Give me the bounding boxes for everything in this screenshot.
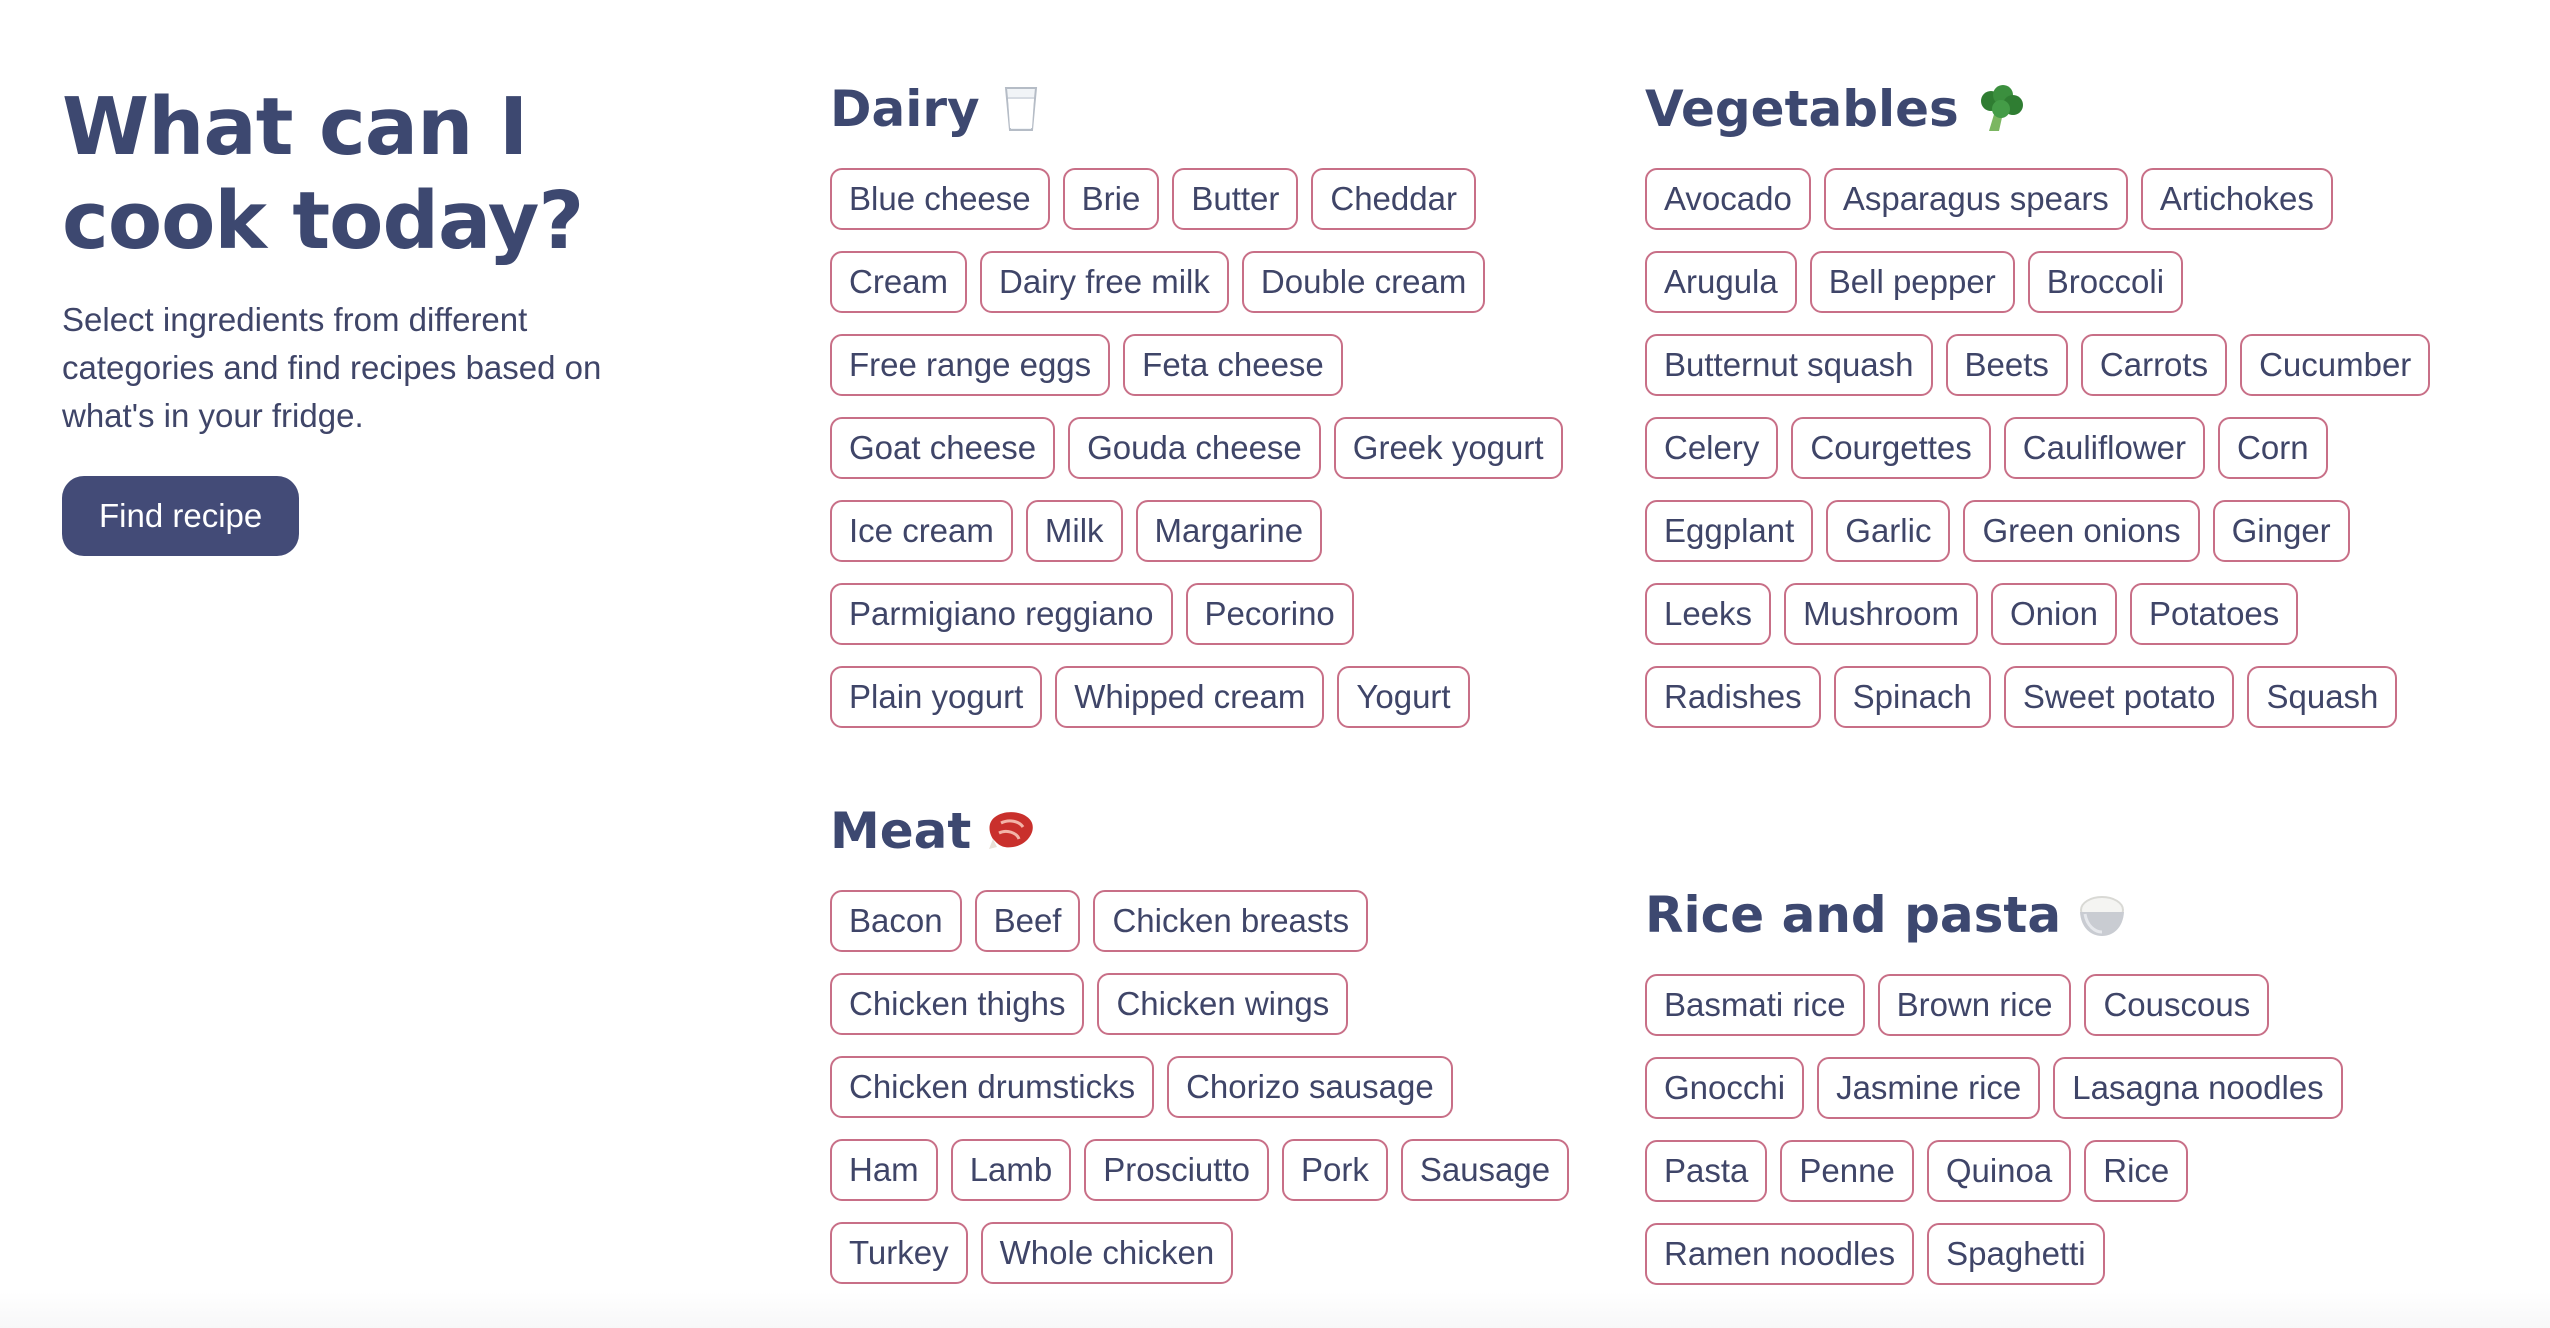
ingredient-chip[interactable]: Eggplant xyxy=(1645,500,1814,562)
ingredient-chip[interactable]: Bacon xyxy=(830,890,962,952)
ingredient-chip[interactable]: Gnocchi xyxy=(1645,1057,1805,1119)
ingredient-chip[interactable]: Arugula xyxy=(1645,251,1797,313)
ingredient-chip[interactable]: Free range eggs xyxy=(830,334,1111,396)
page-title: What can I cook today? xyxy=(62,80,662,268)
ingredient-chip[interactable]: Ginger xyxy=(2212,500,2350,562)
ingredient-chip[interactable]: Greek yogurt xyxy=(1333,417,1563,479)
page-bottom-shade xyxy=(0,1292,2550,1328)
ingredient-chip[interactable]: Carrots xyxy=(2080,334,2228,396)
ingredient-chip[interactable]: Spaghetti xyxy=(1927,1223,2105,1285)
milk-glass-icon xyxy=(996,84,1046,134)
ingredient-chip[interactable]: Cream xyxy=(830,251,968,313)
category-vegetables: Vegetables Avocado Asparagus spears Artich… xyxy=(1645,74,2435,728)
ingredient-chip[interactable]: Radishes xyxy=(1645,666,1821,728)
ingredient-chip[interactable]: Feta cheese xyxy=(1123,334,1343,396)
ingredient-chip[interactable]: Chicken breasts xyxy=(1093,890,1369,952)
ingredient-chip[interactable]: Parmigiano reggiano xyxy=(830,583,1173,645)
ingredient-chip[interactable]: Cauliflower xyxy=(2003,417,2206,479)
category-title-vegetables: Vegetables xyxy=(1645,74,2435,144)
ingredient-chip[interactable]: Cucumber xyxy=(2240,334,2431,396)
ingredient-chip[interactable]: Asparagus spears xyxy=(1823,168,2128,230)
ingredient-chip[interactable]: Milk xyxy=(1025,500,1123,562)
ingredient-chip[interactable]: Courgettes xyxy=(1791,417,1991,479)
ingredient-chip[interactable]: Avocado xyxy=(1645,168,1811,230)
ingredient-chip[interactable]: Spinach xyxy=(1833,666,1991,728)
ingredient-chip[interactable]: Corn xyxy=(2218,417,2328,479)
intro-panel: What can I cook today? Select ingredient… xyxy=(62,80,662,556)
ingredient-chip[interactable]: Pasta xyxy=(1645,1140,1768,1202)
ingredient-chip[interactable]: Penne xyxy=(1780,1140,1914,1202)
ingredient-list-dairy: Blue cheese Brie Butter Cheddar Cream Dairy f… xyxy=(830,168,1570,728)
category-title-text: Rice and pasta xyxy=(1645,886,2062,944)
category-dairy: Dairy Blue cheese Brie Butter Cheddar Cream D… xyxy=(830,74,1570,728)
ingredient-chip[interactable]: Ham xyxy=(830,1139,938,1201)
category-title-meat: Meat xyxy=(830,796,1570,866)
ingredient-chip[interactable]: Artichokes xyxy=(2140,168,2333,230)
rice-bowl-icon xyxy=(2077,890,2127,940)
category-title-dairy: Dairy xyxy=(830,74,1570,144)
ingredient-chip[interactable]: Onion xyxy=(1990,583,2118,645)
ingredient-chip[interactable]: Margarine xyxy=(1135,500,1323,562)
ingredient-chip[interactable]: Dairy free milk xyxy=(980,251,1229,313)
category-rice-and-pasta: Rice and pasta Basmati rice Brown rice Cou… xyxy=(1645,880,2435,1285)
ingredient-list-meat: Bacon Beef Chicken breasts Chicken thighs Ch… xyxy=(830,890,1570,1284)
page-description: Select ingredients from different catego… xyxy=(62,301,602,434)
meat-cut-icon xyxy=(987,806,1037,856)
ingredient-chip[interactable]: Turkey xyxy=(830,1222,968,1284)
ingredient-chip[interactable]: Yogurt xyxy=(1337,666,1470,728)
category-title-text: Meat xyxy=(830,802,972,860)
ingredient-list-rice-and-pasta: Basmati rice Brown rice Couscous Gnocchi Jas… xyxy=(1645,974,2435,1285)
ingredient-chip[interactable]: Goat cheese xyxy=(830,417,1056,479)
ingredient-chip[interactable]: Potatoes xyxy=(2130,583,2299,645)
ingredient-chip[interactable]: Chicken wings xyxy=(1097,973,1349,1035)
ingredient-chip[interactable]: Broccoli xyxy=(2027,251,2184,313)
ingredient-chip[interactable]: Whole chicken xyxy=(980,1222,1234,1284)
ingredient-chip[interactable]: Double cream xyxy=(1241,251,1486,313)
ingredient-chip[interactable]: Beef xyxy=(974,890,1081,952)
ingredient-chip[interactable]: Prosciutto xyxy=(1084,1139,1269,1201)
ingredient-chip[interactable]: Ramen noodles xyxy=(1645,1223,1915,1285)
ingredient-chip[interactable]: Garlic xyxy=(1826,500,1951,562)
ingredient-chip[interactable]: Sausage xyxy=(1400,1139,1570,1201)
ingredient-chip[interactable]: Pork xyxy=(1281,1139,1388,1201)
ingredient-chip[interactable]: Gouda cheese xyxy=(1068,417,1321,479)
ingredient-chip[interactable]: Rice xyxy=(2084,1140,2189,1202)
ingredient-chip[interactable]: Butter xyxy=(1172,168,1299,230)
ingredient-chip[interactable]: Leeks xyxy=(1645,583,1772,645)
category-title-text: Dairy xyxy=(830,80,980,138)
ingredient-chip[interactable]: Basmati rice xyxy=(1645,974,1865,1036)
ingredient-chip[interactable]: Cheddar xyxy=(1311,168,1476,230)
ingredient-chip[interactable]: Brown rice xyxy=(1877,974,2072,1036)
ingredient-chip[interactable]: Lasagna noodles xyxy=(2053,1057,2343,1119)
ingredient-chip[interactable]: Celery xyxy=(1645,417,1779,479)
ingredient-chip[interactable]: Pecorino xyxy=(1185,583,1354,645)
ingredient-chip[interactable]: Ice cream xyxy=(830,500,1013,562)
ingredient-chip[interactable]: Squash xyxy=(2247,666,2398,728)
ingredient-chip[interactable]: Whipped cream xyxy=(1055,666,1325,728)
ingredient-chip[interactable]: Mushroom xyxy=(1784,583,1978,645)
category-meat: Meat Bacon Beef Chicken breasts Chicken thi… xyxy=(830,796,1570,1284)
category-title-text: Vegetables xyxy=(1645,80,1959,138)
ingredient-chip[interactable]: Chorizo sausage xyxy=(1167,1056,1453,1118)
ingredient-chip[interactable]: Plain yogurt xyxy=(830,666,1043,728)
ingredient-chip[interactable]: Chicken drumsticks xyxy=(830,1056,1155,1118)
page-title-line-1: What can I xyxy=(62,81,528,173)
broccoli-icon xyxy=(1975,84,2025,134)
ingredient-chip[interactable]: Quinoa xyxy=(1926,1140,2072,1202)
ingredient-chip[interactable]: Jasmine rice xyxy=(1817,1057,2041,1119)
ingredient-chip[interactable]: Blue cheese xyxy=(830,168,1050,230)
find-recipe-button[interactable]: Find recipe xyxy=(62,476,300,556)
ingredient-chip[interactable]: Lamb xyxy=(950,1139,1072,1201)
ingredient-chip[interactable]: Sweet potato xyxy=(2003,666,2235,728)
ingredient-chip[interactable]: Chicken thighs xyxy=(830,973,1085,1035)
ingredient-chip[interactable]: Butternut squash xyxy=(1645,334,1933,396)
ingredient-chip[interactable]: Couscous xyxy=(2084,974,2270,1036)
page-title-line-2: cook today? xyxy=(62,175,584,267)
ingredient-chip[interactable]: Bell pepper xyxy=(1809,251,2015,313)
ingredient-list-vegetables: Avocado Asparagus spears Artichokes Arugula… xyxy=(1645,168,2435,728)
ingredient-chip[interactable]: Beets xyxy=(1945,334,2068,396)
category-title-rice-and-pasta: Rice and pasta xyxy=(1645,880,2435,950)
ingredient-chip[interactable]: Green onions xyxy=(1963,500,2200,562)
ingredient-chip[interactable]: Brie xyxy=(1062,168,1160,230)
